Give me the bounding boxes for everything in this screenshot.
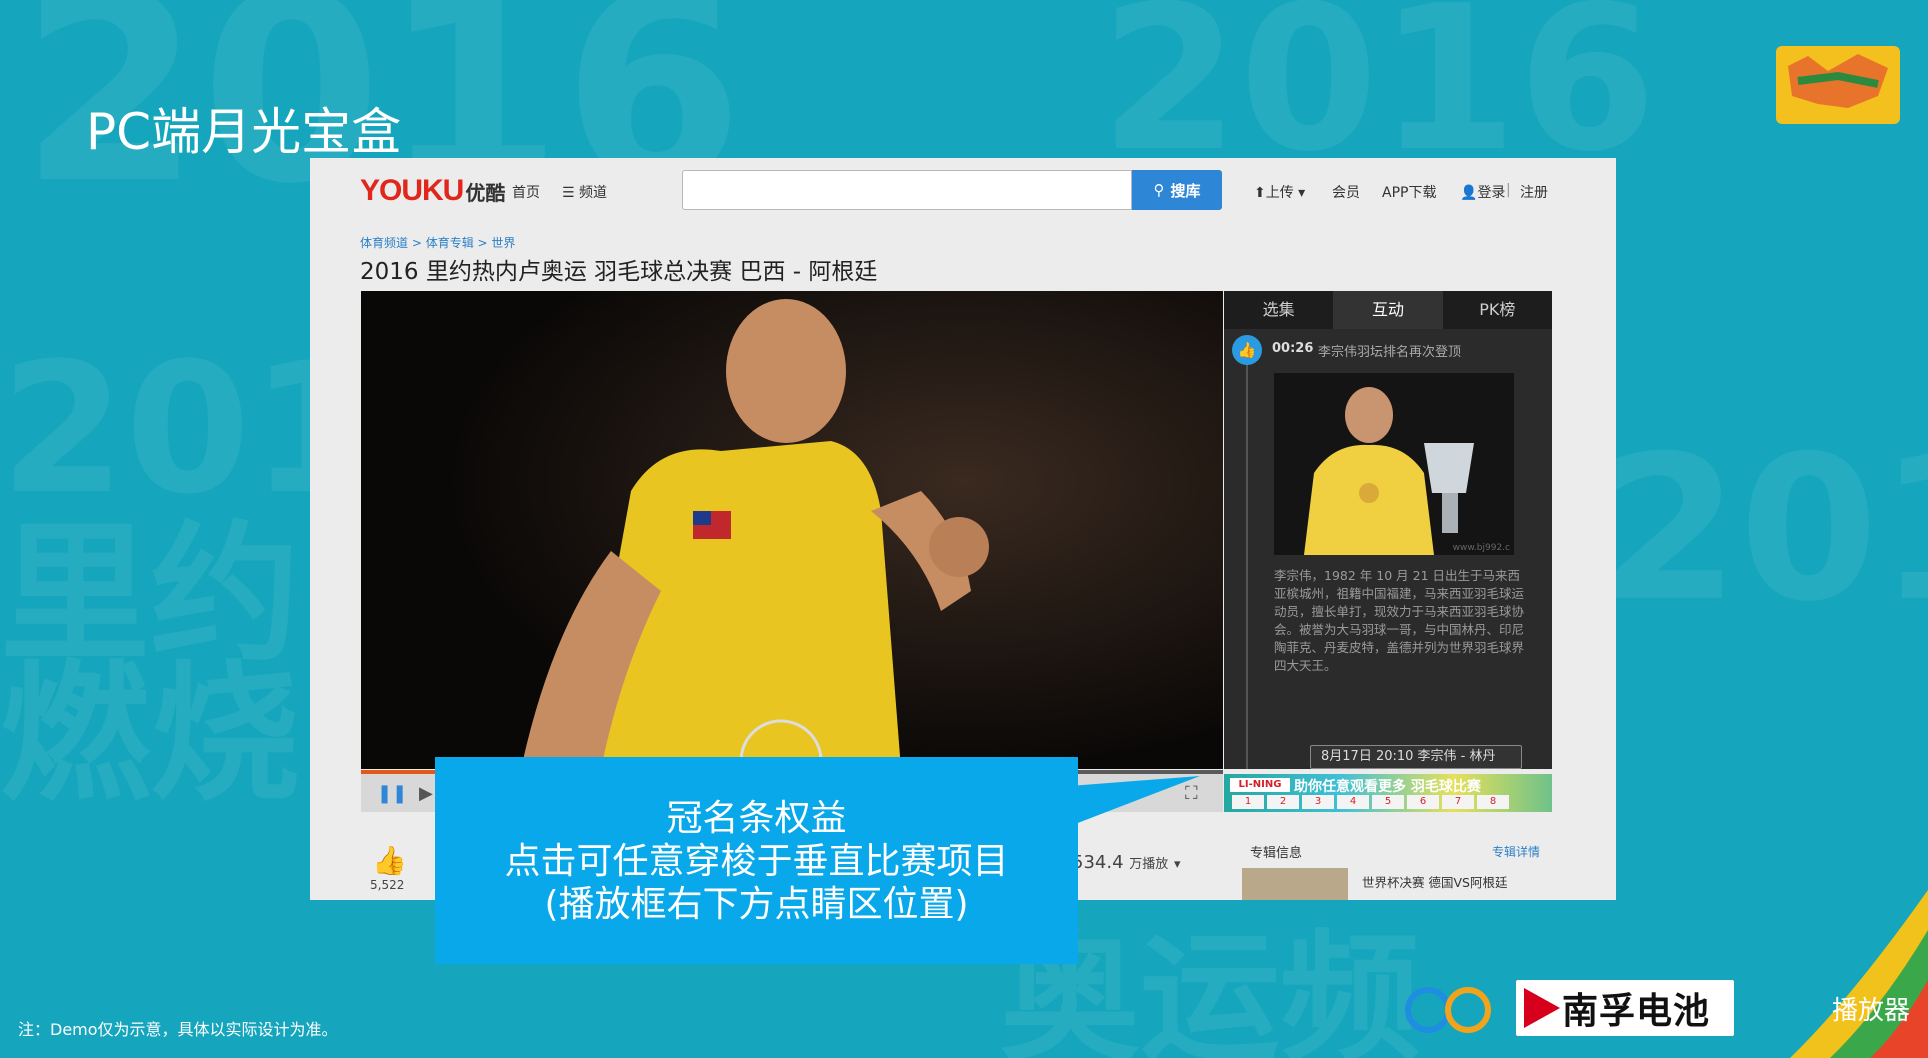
bg-watermark: 燃烧 xyxy=(0,648,301,822)
callout-box: 冠名条权益 点击可任意穿梭于垂直比赛项目 (播放框右下方点睛区位置) xyxy=(435,757,1078,964)
bg-watermark: 2016 xyxy=(1100,0,1657,196)
match-number-list: 1 2 3 4 5 6 7 8 xyxy=(1232,795,1509,809)
timeline-line xyxy=(1246,351,1248,769)
event-description: 李宗伟，1982 年 10 月 21 日出生于马来西亚槟城州，祖籍中国福建，马来… xyxy=(1274,568,1525,673)
match-number-button[interactable]: 2 xyxy=(1267,795,1299,809)
member-link[interactable]: 会员 xyxy=(1332,182,1360,202)
event-headline[interactable]: 李宗伟羽坛排名再次登顶 xyxy=(1318,341,1461,360)
photo-watermark: www.bj992.c xyxy=(1452,543,1510,553)
search-icon: ⚲ xyxy=(1153,181,1165,199)
bg-watermark: 2016 xyxy=(1600,413,1928,646)
event-photo[interactable]: www.bj992.c xyxy=(1274,373,1514,555)
video-frame-image xyxy=(361,291,1223,769)
play-count-value: 534.4 xyxy=(1072,852,1124,873)
album-thumbnail[interactable] xyxy=(1242,868,1348,900)
breadcrumb-item[interactable]: 体育专辑 xyxy=(426,236,474,250)
match-number-button[interactable]: 5 xyxy=(1372,795,1404,809)
youku-logo[interactable]: YOUKU 优酷 xyxy=(360,174,505,208)
login-link[interactable]: 👤登录 xyxy=(1460,182,1505,202)
ad-slogan: 助你任意观看更多 羽毛球比赛 xyxy=(1294,779,1481,795)
lining-logo: LI-NING xyxy=(1230,778,1290,792)
video-title: 2016 里约热内卢奥运 羽毛球总决赛 巴西 - 阿根廷 xyxy=(360,259,878,285)
event-time: 00:26 xyxy=(1272,341,1314,356)
play-count-unit: 万播放 xyxy=(1129,857,1169,872)
nanfu-logo-icon xyxy=(1524,988,1560,1028)
album-item-title[interactable]: 世界杯决赛 德国VS阿根廷 xyxy=(1362,872,1507,891)
tab-episodes[interactable]: 选集 xyxy=(1224,291,1333,329)
search-button-label: 搜库 xyxy=(1170,181,1201,200)
youku-logo-text: YOUKU xyxy=(360,174,464,207)
play-count: 534.4 万播放 ▾ xyxy=(1072,852,1181,873)
chevron-down-icon[interactable]: ▾ xyxy=(1174,857,1181,872)
thumbs-up-icon[interactable]: 👍 xyxy=(1232,335,1262,365)
nav-channel[interactable]: ☰ 频道 xyxy=(562,182,607,202)
nav-home[interactable]: 首页 xyxy=(512,182,540,202)
nav-channel-label: 频道 xyxy=(579,185,608,201)
match-number-button[interactable]: 1 xyxy=(1232,795,1264,809)
corner-decoration xyxy=(1790,890,1928,1058)
search-input[interactable] xyxy=(682,170,1132,210)
menu-icon: ☰ xyxy=(562,185,580,201)
match-number-button[interactable]: 6 xyxy=(1407,795,1439,809)
slide-title: PC端月光宝盒 xyxy=(86,103,402,161)
separator: | xyxy=(1506,182,1511,198)
tab-interaction[interactable]: 互动 xyxy=(1333,291,1443,329)
app-download-link[interactable]: APP下载 xyxy=(1382,182,1436,202)
upload-label: 上传 xyxy=(1265,185,1294,201)
breadcrumb-item[interactable]: 体育频道 xyxy=(360,236,408,250)
trophy-photo xyxy=(1274,373,1514,555)
match-chip[interactable]: 8月17日 20:10 李宗伟 - 林丹 xyxy=(1310,745,1522,769)
side-panel-tabs: 选集 互动 PK榜 xyxy=(1224,291,1552,329)
callout-line3: (播放框右下方点睛区位置) xyxy=(544,884,969,925)
register-link[interactable]: 注册 xyxy=(1520,182,1548,202)
section-label: 播放器 xyxy=(1832,996,1911,1026)
upload-icon: ⬆ xyxy=(1254,185,1266,201)
footnote: 注：Demo仅为示意，具体以实际设计为准。 xyxy=(18,1020,338,1039)
like-count: 5,522 xyxy=(370,878,405,892)
pause-icon[interactable]: ❚❚ xyxy=(377,783,407,804)
match-number-button[interactable]: 7 xyxy=(1442,795,1474,809)
olympic-campaign-logo xyxy=(1776,46,1900,124)
breadcrumb: 体育频道 > 体育专辑 > 世界 xyxy=(360,236,516,250)
like-icon[interactable]: 👍 xyxy=(372,844,407,877)
match-number-button[interactable]: 8 xyxy=(1477,795,1509,809)
match-number-button[interactable]: 4 xyxy=(1337,795,1369,809)
youku-header: YOUKU 优酷 首页 ☰ 频道 ⚲ 搜库 ⬆上传 ▾ 会员 APP下载 👤登录 |… xyxy=(310,158,1616,228)
interaction-side-panel: 选集 互动 PK榜 👍 00:26 李宗伟羽坛排名再次登顶 www.bj992.… xyxy=(1224,291,1552,769)
breadcrumb-item[interactable]: 世界 xyxy=(491,236,515,250)
youku-logo-cn: 优酷 xyxy=(465,183,506,205)
video-player[interactable] xyxy=(361,291,1223,769)
next-icon[interactable]: ▶ xyxy=(419,783,433,804)
login-label: 登录 xyxy=(1477,185,1506,201)
callout-line2: 点击可任意穿梭于垂直比赛项目 xyxy=(504,841,1009,882)
album-details-link[interactable]: 专辑详情 xyxy=(1492,843,1540,860)
match-number-button[interactable]: 3 xyxy=(1302,795,1334,809)
nanfu-battery-logo: 南孚电池 xyxy=(1516,980,1734,1036)
sponsor-name: 南孚电池 xyxy=(1562,991,1711,1032)
callout-line1: 冠名条权益 xyxy=(666,798,847,839)
sponsor-title-bar[interactable]: LI-NING 助你任意观看更多 羽毛球比赛 1 2 3 4 5 6 7 8 xyxy=(1224,774,1552,812)
search-button[interactable]: ⚲ 搜库 xyxy=(1132,170,1222,210)
upload-link[interactable]: ⬆上传 ▾ xyxy=(1254,182,1305,202)
callout-pointer xyxy=(1070,776,1200,826)
user-icon: 👤 xyxy=(1460,185,1478,201)
olympic-rings-icon xyxy=(1405,987,1491,1033)
tab-pk-ranking[interactable]: PK榜 xyxy=(1443,291,1552,329)
